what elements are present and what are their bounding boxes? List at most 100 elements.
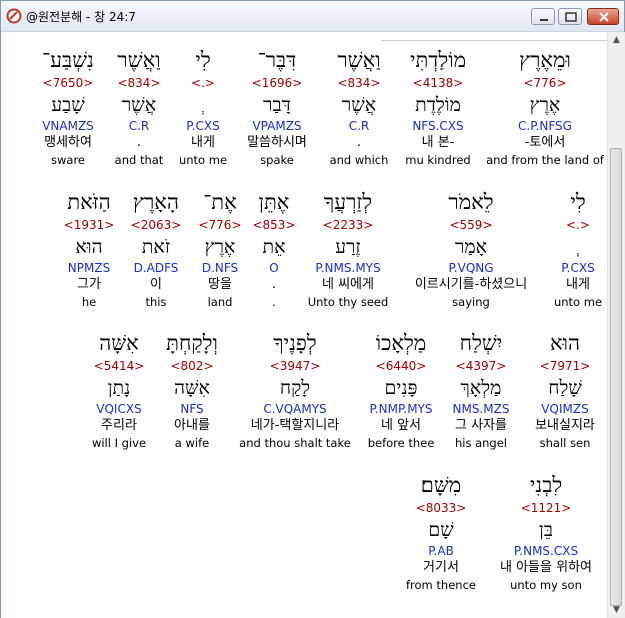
strong-number: <834>: [117, 76, 161, 90]
word-column[interactable]: הָאָרֶץ <2063> זֹאת D.ADFS 이 this: [123, 188, 189, 310]
lexical-form: לָקַח: [279, 377, 311, 399]
korean-gloss: .: [271, 277, 277, 292]
word-column[interactable]: וּמֵאֶרֶץ <776> אֶרֶץ C.P.NFSG -토에서 and …: [486, 46, 604, 168]
word-column[interactable]: מוֹלַדְתִּי <4138> מוֹלֶדֶת NFS.CXS 내 본-…: [393, 46, 483, 168]
word-column[interactable]: מַלְאָכוֹ <6440> פָּנִים P.NMP.MYS 네 앞서 …: [361, 329, 441, 451]
lexical-form: אֵת: [262, 236, 286, 258]
word-column[interactable]: לִבְנִי <1121> בֵּן P.NMS.CXS 내 아들을 위하여 …: [485, 471, 607, 593]
hebrew-word: וַאֲשֶׁר: [337, 48, 381, 72]
morphology-code: C.R: [348, 119, 370, 133]
english-gloss: a wife: [174, 436, 210, 450]
strong-number: <1931>: [63, 218, 115, 232]
hebrew-word: לְפָנֶיךָ: [273, 331, 317, 355]
word-column[interactable]: וְלָקַחְתָּ <802> אִשָּׁה NFS 아내를 a wife: [159, 329, 225, 451]
window-title: @원전분해 - 창 24:7: [26, 10, 136, 24]
scroll-down-icon[interactable]: ▼: [611, 604, 622, 616]
lexical-form: הוּא: [75, 236, 103, 258]
hebrew-word: הָאָרֶץ: [133, 190, 179, 214]
morphology-code: O: [269, 261, 279, 275]
word-column[interactable]: הוּא <7971> שָׁלַח VQIMZS 보내실지라 shall se…: [527, 329, 603, 451]
english-gloss: saying: [452, 295, 490, 309]
vertical-scrollbar[interactable]: ▲ ▼: [607, 32, 625, 618]
morphology-code: P.NMS.MYS: [315, 261, 381, 275]
word-column[interactable]: לְפָנֶיךָ <3947> לָקַח C.VQAMYS 네가-택할지니라…: [233, 329, 357, 451]
morphology-code: NFS: [180, 402, 204, 416]
korean-gloss: 이: [150, 277, 162, 292]
english-gloss: unto my son: [510, 578, 582, 592]
korean-gloss: 내 본-: [421, 135, 455, 150]
lexical-form: אִשָּׁה: [174, 377, 210, 399]
lexical-form: אָמַר: [455, 236, 487, 258]
hebrew-word: נִשְׁבַּע־: [42, 48, 94, 72]
hebrew-word: לְזַרְעֲךָ: [323, 190, 373, 214]
strong-number: <559>: [449, 218, 493, 232]
english-gloss: and which: [329, 153, 389, 167]
lexical-form: אֶרֶץ: [204, 236, 236, 258]
morphology-code: D.ADFS: [133, 261, 179, 275]
lexical-form: ְ: [546, 234, 607, 260]
interlinear-view[interactable]: וּמֵאֶרֶץ <776> אֶרֶץ C.P.NFSG -토에서 and …: [1, 32, 607, 618]
word-column[interactable]: הַזֹּאת <1931> הוּא NPMZS 그가 he: [57, 188, 121, 310]
english-gloss: and from the land of: [486, 153, 604, 167]
lexical-form: בֵּן: [539, 519, 553, 541]
korean-gloss: .: [136, 135, 142, 150]
morphology-code: C.R: [128, 119, 150, 133]
strong-number: <853>: [252, 218, 296, 232]
title-bar[interactable]: @원전분해 - 창 24:7: [1, 1, 624, 32]
word-column[interactable]: וַאֲשֶׁר <834> אֲשֶׁר C.R . and that: [107, 46, 171, 168]
app-window: @원전분해 - 창 24:7 וּמֵאֶרֶץ <776> אֶרֶץ C.P…: [0, 0, 625, 618]
word-column[interactable]: לִי <.> ְ P.CXS 내게 unto me: [546, 188, 607, 310]
strong-number: <2233>: [322, 218, 374, 232]
morphology-code: NMS.MZS: [452, 402, 510, 416]
hebrew-word: וּמֵאֶרֶץ: [519, 48, 571, 72]
scroll-up-icon[interactable]: ▲: [611, 34, 622, 46]
word-column[interactable]: מִשָּׁם׃ <8033> שָׁם P.AB 거기서 from thenc…: [401, 471, 481, 593]
word-column[interactable]: דִּבֶּר־ <1696> דָּבַר VPAMZS 말씀하시며 spak…: [237, 46, 317, 168]
morphology-code: C.P.NFSG: [518, 119, 572, 133]
korean-gloss: 이르시기를-하셨으니: [414, 277, 528, 292]
morphology-code: P.AB: [428, 544, 454, 558]
morphology-code: VPAMZS: [252, 119, 302, 133]
scrollbar-thumb[interactable]: [610, 148, 622, 606]
hebrew-word: יִשְׁלַח: [459, 331, 503, 355]
word-column[interactable]: לְזַרְעֲךָ <2233> זֶרַע P.NMS.MYS 네 씨에게 …: [299, 188, 397, 310]
word-column[interactable]: אֶת־ <776> אֶרֶץ D.NFS 땅을 land: [191, 188, 249, 310]
hebrew-word: מוֹלַדְתִּי: [409, 48, 467, 72]
hebrew-word: וְלָקַחְתָּ: [166, 331, 218, 355]
morphology-code: P.CXS: [561, 261, 595, 275]
close-button[interactable]: [587, 8, 619, 25]
minimize-button[interactable]: [531, 8, 555, 25]
hebrew-word: לִי: [570, 190, 586, 214]
korean-gloss: 내게: [566, 277, 590, 292]
strong-number: <1696>: [251, 76, 303, 90]
morphology-code: VQIMZS: [541, 402, 589, 416]
header-strip: [381, 32, 607, 41]
word-column[interactable]: אֶתֵּן <853> אֵת O . .: [249, 188, 299, 310]
lexical-form: שָׁלַח: [548, 377, 582, 399]
strong-number: <834>: [337, 76, 381, 90]
english-gloss: shall sen: [539, 436, 591, 450]
maximize-button[interactable]: [558, 8, 582, 25]
strong-number: <7650>: [42, 76, 94, 90]
korean-gloss: 네 앞서: [380, 418, 421, 433]
korean-gloss: 내 아들을 위하여: [500, 560, 592, 575]
morphology-code: P.NMS.CXS: [513, 544, 579, 558]
lexical-form: אֲשֶׁר: [341, 94, 377, 116]
morphology-code: P.NMP.MYS: [369, 402, 433, 416]
morphology-code: VNAMZS: [42, 119, 94, 133]
english-gloss: from thence: [406, 578, 476, 592]
strong-number: <4397>: [455, 359, 507, 373]
hebrew-word: אֶתֵּן: [258, 190, 290, 214]
hebrew-word: מַלְאָכוֹ: [375, 331, 427, 355]
word-column[interactable]: לִי <.> ְ P.CXS 내게 unto me: [171, 46, 235, 168]
english-gloss: mu kindred: [405, 153, 471, 167]
korean-gloss: 땅을: [208, 277, 232, 292]
word-column[interactable]: נִשְׁבַּע־ <7650> שָׁבַע VNAMZS 맹세하여 swa…: [31, 46, 105, 168]
word-column[interactable]: וַאֲשֶׁר <834> אֲשֶׁר C.R . and which: [321, 46, 397, 168]
english-gloss: Unto thy seed: [307, 295, 389, 309]
word-column[interactable]: יִשְׁלַח <4397> מַלְאָךְ NMS.MZS 그 사자를 h…: [443, 329, 519, 451]
word-column[interactable]: לֵאמֹר <559> אָמַר P.VQNG 이르시기를-하셨으니 say…: [398, 188, 544, 310]
korean-gloss: -토에서: [524, 135, 566, 150]
strong-number: <4138>: [412, 76, 464, 90]
word-column[interactable]: אִשָּׁה <5414> נָתַן VQICXS 주리라 will I g…: [87, 329, 151, 451]
